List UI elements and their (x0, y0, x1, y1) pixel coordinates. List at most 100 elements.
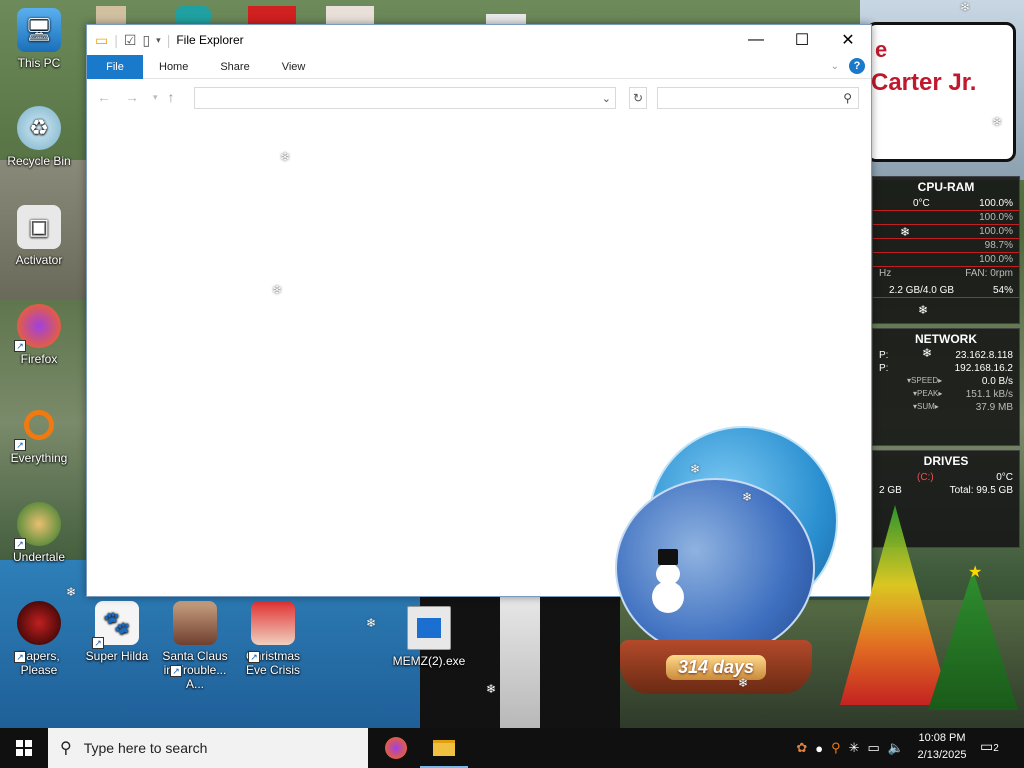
gadget-title: CPU-RAM (917, 180, 975, 194)
days-counter: 314 days (665, 654, 767, 680)
internal-ip: 192.168.16.2 (954, 363, 1013, 374)
forward-icon[interactable]: → (125, 89, 139, 105)
quick-access-toolbar: ▭ | ☑ ▯ ▾ | (95, 31, 171, 49)
notification-center[interactable]: ▭2 (980, 738, 999, 755)
clock-date: 2/13/2025 (917, 749, 967, 761)
net-sum: 37.9 MB (975, 402, 1013, 413)
address-dropdown-icon[interactable]: ⌄ (602, 92, 611, 105)
recycle-bin-icon: ♻ (17, 106, 61, 150)
tab-home[interactable]: Home (143, 61, 204, 73)
tray-app-icon[interactable]: ✳ (849, 740, 860, 756)
title-bar[interactable]: ▭ | ☑ ▯ ▾ | File Explorer — ☐ ✕ (87, 25, 871, 55)
peak-label: PEAK (917, 389, 939, 398)
taskbar-search[interactable]: ⚲ Type here to search (48, 728, 368, 768)
close-button[interactable]: ✕ (825, 25, 871, 55)
search-icon: ⚲ (60, 740, 72, 757)
clock[interactable]: 10:08 PM 2/13/2025 (910, 730, 974, 764)
address-row: ← → ▾ ↑ ⌄ ↻ ⚲ (87, 79, 871, 115)
ribbon-right: ⌄ ? (831, 58, 865, 74)
maximize-button[interactable]: ☐ (779, 25, 825, 55)
volume-icon[interactable]: 🔈 (888, 740, 904, 756)
net-speed: 0.0 B/s (981, 376, 1013, 387)
desktop-icon-label: Everything (10, 451, 68, 465)
desktop-icon-undertale[interactable]: ↗ Undertale (0, 502, 78, 564)
santa-claus-game-icon (173, 601, 217, 645)
desktop-icon-label: Recycle Bin (7, 154, 71, 168)
desktop-icon-this-pc[interactable]: 🖥 This PC (0, 8, 78, 70)
help-icon[interactable]: ? (849, 58, 865, 74)
desktop-icon-label: MEMZ(2).exe (392, 654, 466, 668)
banner-line-1: e (875, 37, 888, 62)
partial-desktop-icon[interactable] (326, 6, 374, 26)
minimize-button[interactable]: — (733, 25, 779, 55)
desktop-icon-firefox[interactable]: ↗ Firefox (0, 304, 78, 366)
cpu-core-1: 100.0% (979, 212, 1013, 223)
cpu-core-2: 100.0% (979, 226, 1013, 237)
desktop-icon-christmas-eve-crisis[interactable]: ↗ Christmas Eve Crisis (234, 601, 312, 677)
partial-desktop-icon[interactable] (248, 6, 296, 26)
up-icon[interactable]: ↑ (168, 89, 175, 105)
gadget-title: NETWORK (915, 332, 977, 346)
notification-count: 2 (993, 743, 999, 754)
snowflake-icon: ❄ (272, 283, 283, 297)
search-icon: ⚲ (843, 91, 852, 105)
partial-desktop-icon[interactable] (96, 6, 126, 26)
network-icon[interactable]: ▭ (868, 740, 880, 756)
net-peak: 151.1 kB/s (965, 389, 1013, 400)
start-button[interactable] (0, 728, 48, 768)
windows-logo-icon (16, 740, 32, 756)
partial-desktop-icon[interactable] (175, 6, 211, 26)
gadget-title: DRIVES (923, 454, 969, 468)
refresh-button[interactable]: ↻ (629, 87, 647, 109)
search-placeholder: Type here to search (83, 740, 208, 756)
snowflake-icon: ❄ (742, 490, 753, 504)
new-folder-icon[interactable]: ▯ (142, 32, 150, 49)
desktop-icon-recycle-bin[interactable]: ♻ Recycle Bin (0, 106, 78, 168)
desktop-icon-everything[interactable]: ↗ Everything (0, 403, 78, 465)
tab-view[interactable]: View (266, 61, 322, 73)
drive-temp: 0°C (996, 472, 1013, 483)
santa-icon (251, 601, 295, 645)
cpu-ram-gadget[interactable]: CPU-RAM 0°C 100.0% 100.0% 100.0% 98.7% 10… (872, 176, 1020, 324)
tab-file[interactable]: File (87, 54, 143, 79)
snowman-icon (648, 545, 688, 615)
desktop-icon-memz[interactable]: MEMZ(2).exe (390, 606, 468, 668)
shortcut-arrow-icon: ↗ (14, 651, 26, 663)
taskbar-firefox[interactable] (372, 728, 420, 768)
window-controls: — ☐ ✕ (733, 25, 871, 55)
address-bar[interactable]: ⌄ (194, 87, 616, 109)
computer-icon: 🖥 (17, 8, 61, 52)
snow-globe-base[interactable]: 314 days (620, 640, 812, 694)
taskbar-file-explorer[interactable] (420, 728, 468, 768)
desktop-icon-super-hilda[interactable]: 🐾 ↗ Super Hilda (78, 601, 156, 663)
shortcut-arrow-icon: ↗ (14, 439, 26, 451)
notification-icon: ▭ (980, 738, 994, 754)
window-title: File Explorer (176, 33, 244, 47)
chevron-down-icon[interactable]: ▾ (156, 35, 161, 46)
recent-locations-icon[interactable]: ▾ (153, 92, 158, 103)
back-icon[interactable]: ← (97, 89, 111, 105)
shortcut-arrow-icon: ↗ (92, 637, 104, 649)
shortcut-arrow-icon: ↗ (248, 651, 260, 663)
shortcut-arrow-icon: ↗ (14, 538, 26, 550)
desktop-icon-papers-please[interactable]: ↗ Papers, Please (0, 601, 78, 677)
folder-icon[interactable]: ▭ (95, 32, 108, 49)
network-tray-icon[interactable]: ✿ (796, 740, 807, 756)
cpu-temp: 0°C (913, 198, 930, 209)
cpu-core-4: 100.0% (979, 254, 1013, 265)
search-box[interactable]: ⚲ (657, 87, 859, 109)
desktop-icon-activator[interactable]: ▣ Activator (0, 205, 78, 267)
snowflake-icon: ❄ (922, 346, 933, 360)
ram-percent: 54% (992, 285, 1013, 296)
system-tray: ✿ ● ⚲ ✳ ▭ 🔈 (796, 728, 904, 768)
properties-icon[interactable]: ☑ (124, 32, 137, 49)
everything-tray-icon[interactable]: ⚲ (831, 740, 841, 756)
expand-ribbon-icon[interactable]: ⌄ (831, 61, 839, 72)
desktop-icon-santa-claus[interactable]: ↗ Santa Claus in Trouble... A... (156, 601, 234, 691)
tab-share[interactable]: Share (204, 61, 265, 73)
shortcut-arrow-icon: ↗ (170, 665, 182, 677)
drop-tray-icon[interactable]: ● (815, 741, 823, 756)
network-gadget[interactable]: NETWORK P: 23.162.8.118 P: 192.168.16.2 ▾S… (872, 328, 1020, 446)
desktop-icon-label: Firefox (20, 352, 58, 366)
desktop-icon-label: Undertale (12, 550, 66, 564)
